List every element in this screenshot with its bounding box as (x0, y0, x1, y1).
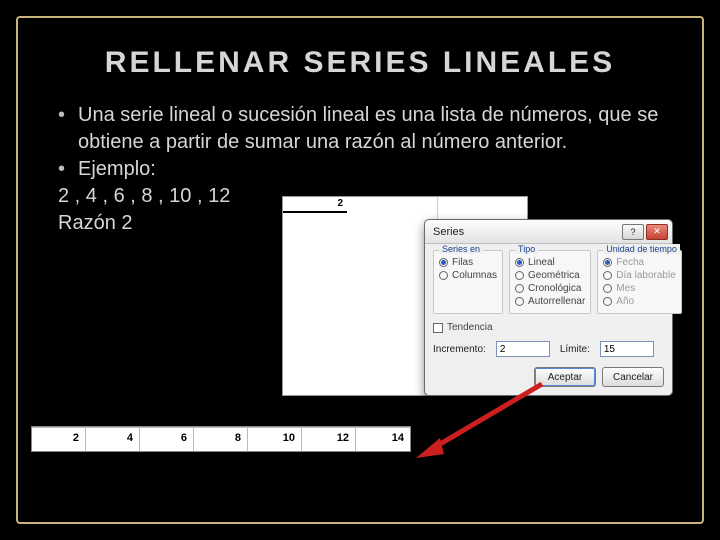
bullet-1: Una serie lineal o sucesión lineal es un… (78, 102, 668, 156)
radio-autorrellenar[interactable]: Autorrellenar (515, 296, 585, 307)
group-unidad: Unidad de tiempo Fecha Día laborable Mes… (597, 250, 681, 314)
close-icon[interactable]: ✕ (646, 224, 668, 240)
group-label: Tipo (515, 244, 538, 254)
radio-geometrica[interactable]: Geométrica (515, 270, 585, 281)
result-cell: 12 (302, 427, 356, 451)
checkbox-tendencia[interactable]: Tendencia (433, 322, 664, 333)
bullet-dot: • (52, 156, 78, 183)
dialog-titlebar: Series ? ✕ (425, 220, 672, 244)
radio-cronologica[interactable]: Cronológica (515, 283, 585, 294)
dialog-title: Series (433, 226, 464, 238)
bullet-dot: • (52, 102, 78, 156)
result-cell: 14 (356, 427, 410, 451)
radio-ano: Año (603, 296, 675, 307)
help-icon[interactable]: ? (622, 224, 644, 240)
radio-mes: Mes (603, 283, 675, 294)
label-limite: Límite: (560, 344, 590, 355)
result-cell: 4 (86, 427, 140, 451)
radio-filas[interactable]: Filas (439, 257, 497, 268)
group-tipo: Tipo Lineal Geométrica Cronológica Autor… (509, 250, 591, 314)
result-cell: 2 (32, 427, 86, 451)
input-limite[interactable] (600, 341, 654, 357)
result-cell: 8 (194, 427, 248, 451)
cancelar-button[interactable]: Cancelar (602, 367, 664, 387)
spreadsheet-result-row: 2 4 6 8 10 12 14 (31, 426, 411, 452)
group-series-en: Series en Filas Columnas (433, 250, 503, 314)
radio-lineal[interactable]: Lineal (515, 257, 585, 268)
group-label: Series en (439, 244, 483, 254)
radio-columnas[interactable]: Columnas (439, 270, 497, 281)
label-incremento: Incremento: (433, 344, 486, 355)
group-label: Unidad de tiempo (603, 244, 680, 254)
active-cell[interactable]: 2 (283, 197, 347, 213)
aceptar-button[interactable]: Aceptar (534, 367, 596, 387)
bullet-2-label: Ejemplo: (78, 156, 668, 183)
radio-fecha: Fecha (603, 257, 675, 268)
input-incremento[interactable] (496, 341, 550, 357)
sheet-blank-area (283, 213, 437, 393)
result-cell: 6 (140, 427, 194, 451)
result-cell: 10 (248, 427, 302, 451)
series-dialog: Series ? ✕ Series en Filas Columnas Tipo… (424, 219, 673, 396)
radio-dia-laborable: Día laborable (603, 270, 675, 281)
slide-title: RELLENAR SERIES LINEALES (52, 46, 668, 80)
